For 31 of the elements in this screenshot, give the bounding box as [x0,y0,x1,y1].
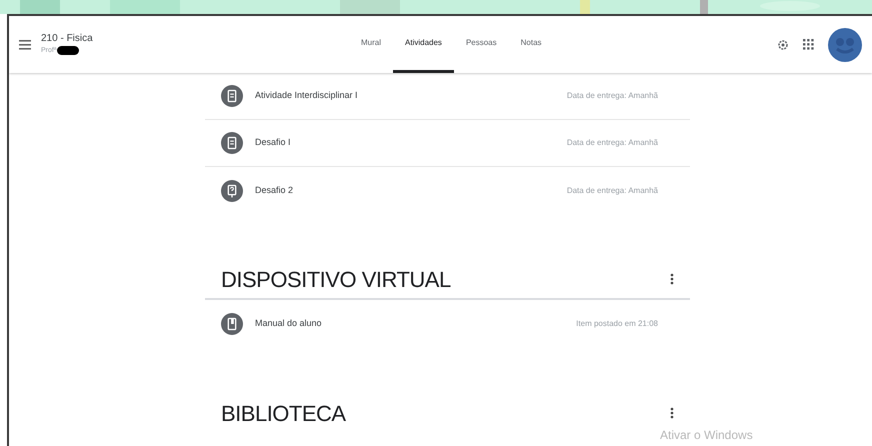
document-icon [221,312,243,334]
assignment-row[interactable]: Desafio 2 Data de entrega: Amanhã [205,167,690,214]
class-title: 210 - Fisica [41,33,93,46]
settings-icon[interactable] [777,38,789,50]
item-date: Data de entrega: Amanhã [566,184,658,196]
item-title: Manual do aluno [255,316,322,330]
item-date: Data de entrega: Amanhã [566,137,658,149]
nav-tab[interactable]: Mural [349,16,394,73]
clipboard-icon [221,132,243,154]
more-icon[interactable] [670,273,674,285]
item-date: Data de entrega: Amanhã [566,90,658,102]
section-heading: DISPOSITIVO VIRTUAL [221,266,451,294]
item-title: Atividade Interdisciplinar I [255,89,358,102]
more-icon[interactable] [670,407,674,419]
item-title: Desafio 2 [255,184,294,197]
activation-notice: Ativar o Windows [660,427,753,444]
nav-tab[interactable]: Pessoas [454,16,509,73]
question-icon [221,180,243,202]
assignment-row[interactable]: Atividade Interdisciplinar I Data de entrega: Amanhã [205,73,690,120]
item-title: Desafio I [255,136,291,150]
nav-tab[interactable]: Notas [508,16,554,73]
assignment-row[interactable]: Manual do aluno Item postado em 21:08 [205,300,690,347]
clipboard-icon [221,85,243,107]
item-date: Item postado em 21:08 [576,318,658,330]
section-heading: BIBLIOTECA [221,400,346,428]
redaction-mark [57,46,80,56]
avatar-icon[interactable] [828,28,862,62]
nav-tab[interactable]: Atividades [393,16,454,73]
assignment-row[interactable]: Desafio I Data de entrega: Amanhã [205,120,690,167]
apps-icon[interactable] [803,39,814,50]
menu-icon[interactable] [19,40,31,50]
